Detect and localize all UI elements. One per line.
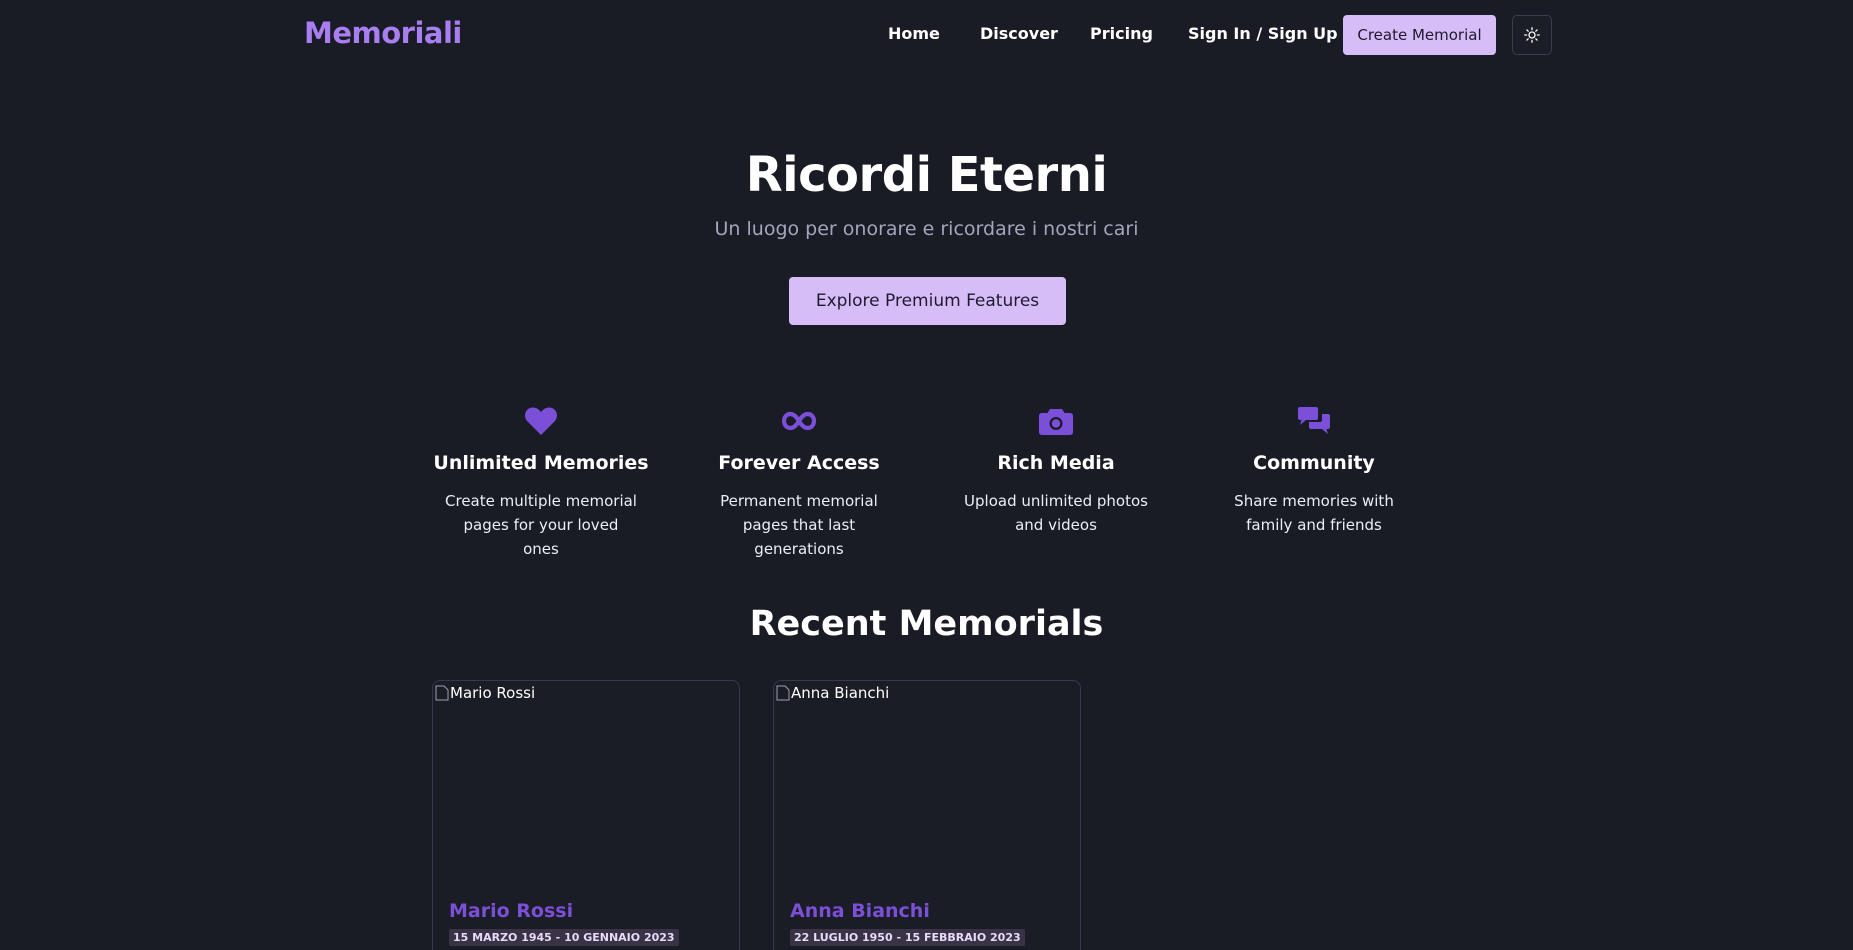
image-alt-text: Mario Rossi — [450, 684, 536, 702]
camera-icon — [941, 404, 1171, 438]
broken-image-icon — [435, 685, 449, 701]
infinity-icon — [684, 404, 914, 438]
broken-image: Anna Bianchi — [776, 684, 889, 702]
feature-title: Unlimited Memories — [433, 452, 649, 474]
memorial-dates: 22 LUGLIO 1950 - 15 FEBBRAIO 2023 — [790, 929, 1025, 946]
memorial-name[interactable]: Anna Bianchi — [790, 900, 930, 922]
feature-title: Community — [1253, 452, 1375, 474]
memorial-card[interactable]: Mario Rossi Mario Rossi 15 MARZO 1945 - … — [432, 680, 740, 950]
nav-discover[interactable]: Discover — [980, 24, 1058, 43]
feature-unlimited-memories: Unlimited Memories Create multiple memor… — [426, 404, 656, 561]
sun-icon — [1524, 27, 1540, 43]
feature-title: Rich Media — [997, 452, 1115, 474]
broken-image: Mario Rossi — [435, 684, 535, 702]
feature-forever-access: Forever Access Permanent memorial pages … — [684, 404, 914, 561]
feature-description: Permanent memorial pages that last gener… — [720, 492, 878, 558]
nav-pricing[interactable]: Pricing — [1090, 24, 1153, 43]
feature-title: Forever Access — [718, 452, 880, 474]
feature-description: Upload unlimited photos and videos — [964, 492, 1148, 534]
site-header: Memoriali Home Discover Pricing Sign In … — [0, 0, 1853, 70]
hero-subtitle: Un luogo per onorare e ricordare i nostr… — [714, 218, 1139, 240]
memorial-photo[interactable]: Mario Rossi — [433, 681, 739, 881]
create-memorial-button[interactable]: Create Memorial — [1343, 15, 1496, 55]
recent-memorials-heading: Recent Memorials — [749, 604, 1104, 644]
feature-description: Share memories with family and friends — [1234, 492, 1394, 534]
comments-icon — [1199, 404, 1429, 438]
broken-image-icon — [776, 685, 790, 701]
memorial-card[interactable]: Anna Bianchi Anna Bianchi 22 LUGLIO 1950… — [773, 680, 1081, 950]
memorial-photo[interactable]: Anna Bianchi — [774, 681, 1080, 881]
memorial-dates: 15 MARZO 1945 - 10 GENNAIO 2023 — [449, 929, 679, 946]
explore-premium-button[interactable]: Explore Premium Features — [789, 277, 1066, 325]
nav-home[interactable]: Home — [888, 24, 940, 43]
feature-rich-media: Rich Media Upload unlimited photos and v… — [941, 404, 1171, 537]
feature-description: Create multiple memorial pages for your … — [445, 492, 637, 558]
hero-title: Ricordi Eterni — [745, 147, 1108, 203]
image-alt-text: Anna Bianchi — [791, 684, 890, 702]
heart-icon — [426, 404, 656, 438]
site-logo[interactable]: Memoriali — [304, 16, 462, 50]
theme-toggle-button[interactable] — [1512, 15, 1552, 55]
feature-community: Community Share memories with family and… — [1199, 404, 1429, 537]
nav-sign-in[interactable]: Sign In / Sign Up — [1188, 24, 1338, 43]
memorial-name[interactable]: Mario Rossi — [449, 900, 573, 922]
